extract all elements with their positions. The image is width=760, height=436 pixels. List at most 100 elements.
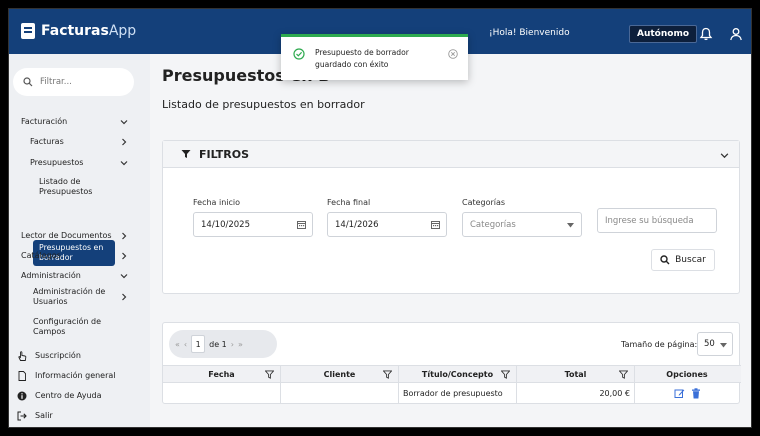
toast-message: Presupuesto de borrador guardado con éxi… bbox=[315, 48, 409, 69]
sidebar-item-ayuda[interactable]: Centro de Ayuda bbox=[9, 391, 150, 400]
pagination: « ‹ 1 de 1 › » bbox=[169, 330, 277, 358]
calendar-icon[interactable] bbox=[297, 220, 306, 229]
column-fecha[interactable]: Fecha bbox=[163, 366, 281, 382]
cell-opciones bbox=[635, 383, 739, 403]
column-filter-icon[interactable] bbox=[619, 370, 628, 379]
chevron-right-icon bbox=[122, 232, 127, 239]
page-number-input[interactable]: 1 bbox=[191, 335, 206, 353]
sidebar-item-label: Catálogos bbox=[21, 251, 61, 260]
sidebar-item-label: Lector de Documentos bbox=[21, 231, 112, 240]
logo-text-bold: Facturas bbox=[41, 23, 109, 39]
fecha-final-field[interactable]: 14/1/2026 bbox=[327, 212, 447, 237]
sidebar-item-lector[interactable]: Lector de Documentos bbox=[9, 231, 150, 240]
column-label: Opciones bbox=[666, 369, 708, 379]
sidebar-item-label: Campos bbox=[33, 327, 66, 336]
busqueda-placeholder: Ingrese su búsqueda bbox=[605, 215, 694, 226]
calendar-icon[interactable] bbox=[431, 220, 440, 229]
sidebar-item-label: Centro de Ayuda bbox=[35, 391, 102, 400]
chevron-down-icon bbox=[120, 119, 128, 124]
fecha-inicio-label: Fecha inicio bbox=[193, 198, 241, 207]
chevron-down-icon bbox=[120, 160, 128, 165]
sidebar-item-label: Presupuestos bbox=[30, 158, 84, 167]
cell-fecha bbox=[163, 383, 281, 403]
page-subtitle: Listado de presupuestos en borrador bbox=[162, 98, 365, 111]
categorias-label: Categorías bbox=[462, 198, 506, 207]
presupuestos-grid: « ‹ 1 de 1 › » Tamaño de página: 50 Fech… bbox=[162, 322, 741, 404]
column-label: Cliente bbox=[323, 369, 356, 379]
caret-down-icon bbox=[567, 223, 574, 228]
role-button[interactable]: Autónomo bbox=[629, 25, 698, 43]
filter-icon bbox=[181, 150, 191, 158]
table-header: Fecha Cliente Título/Concepto Total Opci… bbox=[163, 365, 741, 383]
chevron-down-icon bbox=[120, 273, 128, 278]
sidebar-item-label: Configuración de bbox=[33, 317, 102, 326]
chevron-down-icon[interactable] bbox=[720, 151, 729, 160]
cell-cliente bbox=[281, 383, 399, 403]
sidebar-item-label: Listado de bbox=[39, 177, 81, 186]
sidebar-item-label: Suscripción bbox=[35, 351, 81, 360]
column-label: Total bbox=[564, 369, 587, 379]
logo-text-thin: App bbox=[108, 23, 137, 39]
bell-icon[interactable] bbox=[699, 27, 713, 41]
last-page-icon[interactable]: » bbox=[238, 340, 243, 349]
table-row[interactable]: Borrador de presupuesto 20,00 € bbox=[163, 383, 741, 403]
categorias-select[interactable]: Categorías bbox=[462, 212, 582, 237]
chevron-right-icon bbox=[122, 293, 127, 301]
hand-pointer-icon bbox=[18, 350, 27, 361]
page-of-label: de 1 bbox=[209, 339, 227, 349]
sidebar-item-facturas[interactable]: Facturas bbox=[9, 137, 150, 146]
page-size-select[interactable]: 50 bbox=[697, 332, 733, 356]
sidebar-search[interactable] bbox=[13, 68, 134, 96]
column-opciones: Opciones bbox=[635, 366, 739, 382]
column-cliente[interactable]: Cliente bbox=[281, 366, 399, 382]
greeting-text: ¡Hola! Bienvenido bbox=[489, 28, 570, 38]
sidebar-item-catalogos[interactable]: Catálogos bbox=[9, 251, 150, 260]
sidebar-item-listado-presupuestos[interactable]: Listado de Presupuestos bbox=[9, 177, 150, 197]
sidebar-item-facturacion[interactable]: Facturación bbox=[9, 117, 150, 126]
next-page-icon[interactable]: › bbox=[231, 340, 234, 349]
edit-icon[interactable] bbox=[674, 388, 685, 399]
column-filter-icon[interactable] bbox=[265, 370, 274, 379]
app-logo[interactable]: FacturasApp bbox=[21, 23, 136, 39]
sidebar-item-label: Facturación bbox=[21, 117, 68, 126]
buscar-label: Buscar bbox=[675, 255, 706, 265]
busqueda-input[interactable]: Ingrese su búsqueda bbox=[597, 208, 717, 233]
page-size-value: 50 bbox=[704, 339, 715, 349]
column-total[interactable]: Total bbox=[517, 366, 635, 382]
column-titulo[interactable]: Título/Concepto bbox=[399, 366, 517, 382]
column-filter-icon[interactable] bbox=[383, 370, 392, 379]
fecha-final-label: Fecha final bbox=[327, 198, 371, 207]
sidebar-item-info-general[interactable]: Información general bbox=[9, 370, 150, 381]
success-toast: Presupuesto de borrador guardado con éxi… bbox=[281, 34, 468, 80]
column-filter-icon[interactable] bbox=[501, 370, 510, 379]
sidebar-item-administracion[interactable]: Administración bbox=[9, 271, 150, 280]
column-label: Título/Concepto bbox=[421, 369, 494, 379]
sidebar-item-config-campos[interactable]: Configuración de Campos bbox=[9, 317, 150, 337]
search-icon bbox=[23, 77, 33, 87]
fecha-inicio-value: 14/10/2025 bbox=[201, 219, 250, 230]
sidebar-item-label: Salir bbox=[35, 411, 53, 420]
sidebar: Facturación Facturas Presupuestos Listad… bbox=[9, 54, 150, 427]
fecha-inicio-field[interactable]: 14/10/2025 bbox=[193, 212, 313, 237]
buscar-button[interactable]: Buscar bbox=[651, 249, 715, 271]
user-icon[interactable] bbox=[729, 27, 743, 41]
chevron-right-icon bbox=[122, 252, 127, 259]
categorias-placeholder: Categorías bbox=[470, 219, 516, 230]
caret-down-icon bbox=[720, 343, 727, 348]
trash-icon[interactable] bbox=[691, 387, 701, 399]
sidebar-item-suscripcion[interactable]: Suscripción bbox=[9, 350, 150, 361]
filters-panel: FILTROS Fecha inicio 14/10/2025 Fecha fi… bbox=[162, 140, 740, 294]
sidebar-item-label: Administración de bbox=[33, 287, 106, 296]
filters-header[interactable]: FILTROS bbox=[163, 141, 739, 168]
sidebar-item-salir[interactable]: Salir bbox=[9, 411, 150, 420]
first-page-icon[interactable]: « bbox=[175, 340, 180, 349]
prev-page-icon[interactable]: ‹ bbox=[184, 340, 187, 349]
sidebar-search-input[interactable] bbox=[40, 77, 120, 87]
sidebar-item-admin-usuarios[interactable]: Administración de Usuarios bbox=[9, 287, 150, 307]
filters-title: FILTROS bbox=[199, 147, 250, 161]
close-icon[interactable] bbox=[448, 49, 458, 59]
cell-total: 20,00 € bbox=[517, 383, 635, 403]
sidebar-item-presupuestos[interactable]: Presupuestos bbox=[9, 158, 150, 167]
column-label: Fecha bbox=[208, 369, 235, 379]
sidebar-item-label: Facturas bbox=[30, 137, 64, 146]
